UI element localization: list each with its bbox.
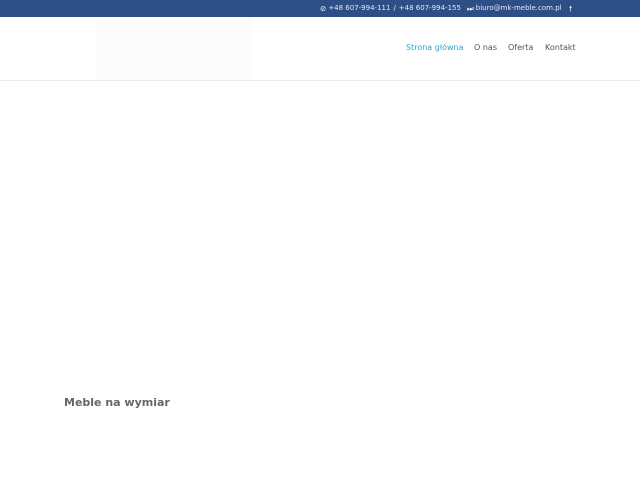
phone-separator: / [393,4,396,12]
phone-slash-icon: ⊘ [320,4,327,13]
contact-phones: ⊘ +48 607-994-111 / +48 607-994-155 [320,0,461,17]
nav-item-home[interactable]: Strona główna [406,43,464,52]
page: ⊘ +48 607-994-111 / +48 607-994-155 ⏭ bi… [0,0,640,480]
nav-item-contact[interactable]: Kontakt [545,43,576,52]
site-header: Strona główna O nas Oferta Kontakt [0,17,640,81]
email-link[interactable]: biuro@mk-meble.com.pl [476,0,562,17]
nav-item-offer[interactable]: Oferta [508,43,533,52]
phone-link-1[interactable]: +48 607-994-111 [328,0,390,17]
contact-email: ⏭ biuro@mk-meble.com.pl [467,0,562,17]
nav-item-about[interactable]: O nas [474,43,497,52]
section-title: Meble na wymiar [64,396,170,409]
scroll-up[interactable]: 🠕 [569,0,574,17]
top-info-bar: ⊘ +48 607-994-111 / +48 607-994-155 ⏭ bi… [0,0,640,17]
arrow-up-icon[interactable]: 🠕 [569,0,572,17]
phone-link-2[interactable]: +48 607-994-155 [399,0,461,17]
logo[interactable] [96,18,251,80]
fast-forward-icon: ⏭ [467,4,474,13]
